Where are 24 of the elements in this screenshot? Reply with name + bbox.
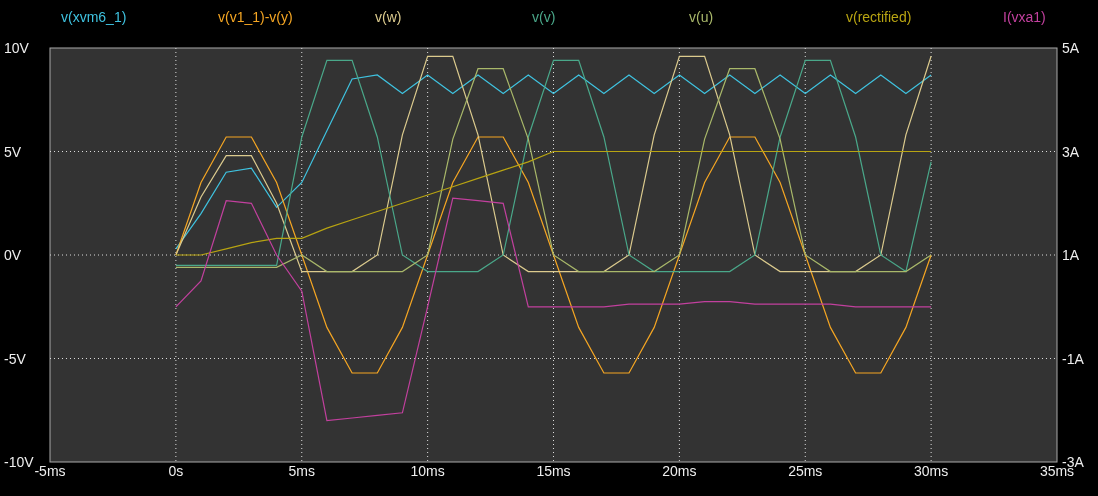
legend-label: v(xvm6_1) [61,9,127,25]
y-tick-label: -5V [4,350,26,367]
y-tick-label: 0V [4,247,22,263]
x-tick-label: 20ms [662,463,697,479]
x-tick-label: 15ms [536,463,571,479]
y-tick-label: 5A [1062,40,1080,56]
x-tick-label: 10ms [410,463,445,479]
legend-label: v(w) [375,9,402,25]
legend-label: I(vxa1) [1003,9,1046,25]
y-tick-label: 5V [4,143,22,160]
x-tick-label: 0s [168,463,184,479]
x-tick-label: 25ms [788,463,823,479]
x-tick-label: 30ms [914,463,949,479]
legend-label: v(v1_1)-v(y) [218,9,293,25]
legend-label: v(v) [532,9,556,25]
legend-label: v(rectified) [846,9,912,25]
legend-label: v(u) [689,9,714,25]
x-tick-label: -5ms [34,463,66,479]
y-tick-label: 10V [4,40,29,56]
x-tick-label: 5ms [288,463,315,479]
y-tick-label: -1A [1062,350,1084,367]
y-tick-label: 3A [1062,143,1080,160]
y-tick-label: 1A [1062,247,1080,263]
y-tick-label: -10V [4,454,34,470]
